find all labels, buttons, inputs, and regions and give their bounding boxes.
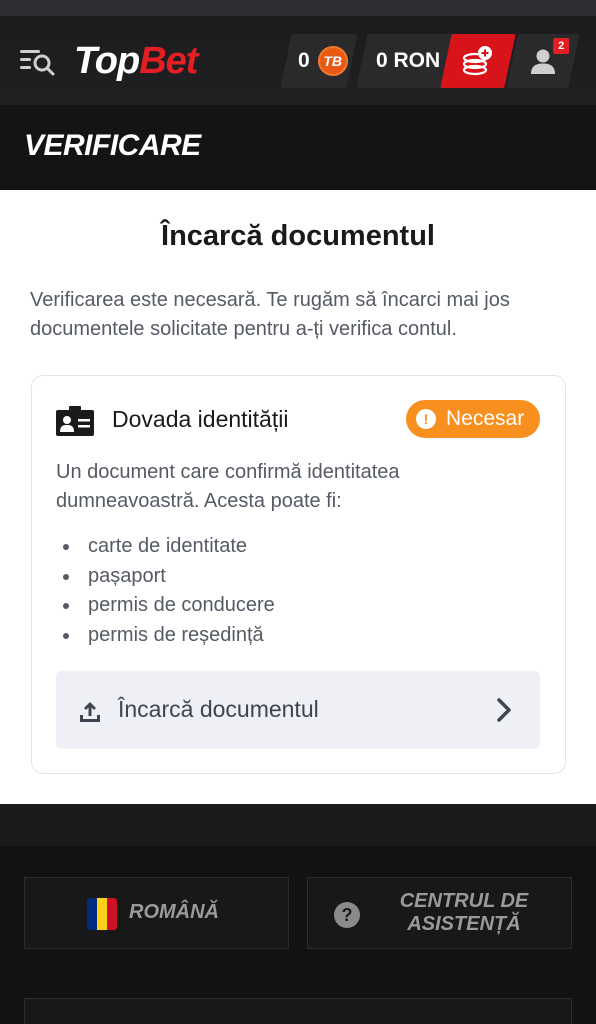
language-button[interactable]: ROMÂNĂ [24,877,289,949]
romania-flag-icon [87,898,117,930]
logo-top-text: Top [74,40,140,82]
card-title: Dovada identității [112,406,289,432]
document-list: carte de identitate pașaport permis de c… [56,532,275,650]
help-center-button[interactable]: ? CENTRUL DE ASISTENȚĂ [307,877,572,949]
header: TopBet 0 TB 0 RON 2 [0,16,596,105]
top-strip [0,0,596,16]
status-text: Necesar [446,407,525,430]
tb-balance-pill[interactable]: 0 TB [280,34,358,88]
upload-label: Încarcă documentul [118,696,319,722]
footer-divider [0,804,596,846]
verification-content: Încarcă documentul Verificarea este nece… [0,190,596,804]
content-intro: Verificarea este necesară. Te rugăm să î… [30,289,510,340]
user-account-button[interactable]: 2 [506,34,580,88]
id-card-icon [56,406,94,436]
tb-coin-icon: TB [317,46,348,76]
card-description: Un document care confirmă identitatea du… [56,461,400,512]
list-item: carte de identitate [56,532,275,562]
logo-bet-text: Bet [139,40,198,82]
identity-document-card: Dovada identității ! Necesar Un document… [31,375,566,774]
notification-badge: 2 [553,38,570,54]
page-title-bar: VERIFICARE [0,105,596,190]
footer-panel [24,998,572,1024]
list-item: permis de reședință [56,621,275,651]
upload-icon [80,702,100,722]
upload-document-button[interactable]: Încarcă documentul [56,671,540,749]
exclamation-icon: ! [416,409,436,429]
status-badge: ! Necesar [406,400,540,438]
menu-search-icon[interactable] [20,44,58,78]
tb-balance-value: 0 [298,49,310,72]
footer: ROMÂNĂ ? CENTRUL DE ASISTENȚĂ [0,846,596,1024]
chevron-right-icon [497,698,511,722]
deposit-button[interactable] [440,34,516,88]
ron-balance-value: 0 RON [376,49,441,72]
help-center-label: CENTRUL DE ASISTENȚĂ [399,890,529,935]
page-title: VERIFICARE [24,129,201,162]
language-label: ROMÂNĂ [129,901,219,923]
list-item: pașaport [56,562,275,592]
list-item: permis de conducere [56,591,275,621]
question-icon: ? [334,902,360,928]
deposit-coins-icon [462,46,492,76]
topbet-logo[interactable]: TopBet [74,36,198,86]
content-heading: Încarcă documentul [161,220,435,252]
